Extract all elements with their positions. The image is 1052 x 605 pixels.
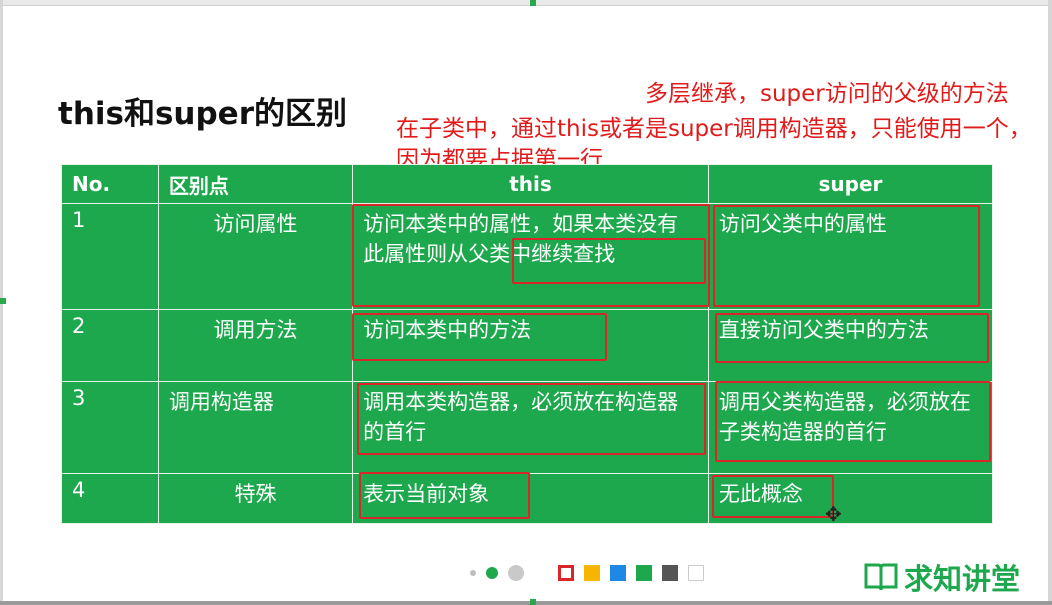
slide-title: this和super的区别 [58,96,347,132]
cell-point: 调用构造器 [157,381,354,474]
presentation-toolbar [470,565,704,581]
cell-no: 3 [61,381,159,474]
highlight-box [512,238,706,284]
highlight-box [359,472,530,519]
highlight-box [715,313,989,363]
prev-page-dot[interactable] [470,570,476,576]
pen-color-blue[interactable] [610,565,626,581]
table-header-row: No. 区别点 this super [61,164,994,204]
book-icon [864,563,898,591]
brand-logo: 求知讲堂 [864,556,1020,598]
resize-handle-left[interactable] [0,298,6,304]
cell-no: 1 [61,203,159,310]
window-right-border [1048,0,1052,605]
header-point: 区别点 [157,164,354,204]
pen-color-white[interactable] [558,565,574,581]
highlight-box [713,205,980,307]
header-super: super [707,164,994,204]
header-no: No. [61,164,159,204]
highlight-box [352,313,607,361]
annotation-note-top: 多层继承，super访问的父级的方法 [645,81,1009,107]
window-bottom-border [0,601,1052,605]
move-cursor-icon: ✥ [825,502,842,526]
next-page-dot[interactable] [508,565,524,581]
cell-point: 访问属性 [157,203,354,310]
highlight-box [715,381,991,462]
pen-color-gray[interactable] [662,565,678,581]
pen-color-yellow[interactable] [584,565,600,581]
cell-no: 4 [61,473,159,524]
highlight-box [712,475,834,518]
resize-handle-top[interactable] [530,0,536,6]
pen-color-blank[interactable] [688,565,704,581]
pen-color-green[interactable] [636,565,652,581]
cell-point: 调用方法 [157,309,354,382]
current-page-dot[interactable] [486,567,498,579]
cell-no: 2 [61,309,159,382]
window-top-border [0,0,1052,6]
header-this: this [352,164,709,204]
brand-text: 求知讲堂 [904,562,1021,596]
cell-point: 特殊 [157,473,354,524]
resize-handle-bottom[interactable] [530,599,536,605]
highlight-box [357,383,706,455]
